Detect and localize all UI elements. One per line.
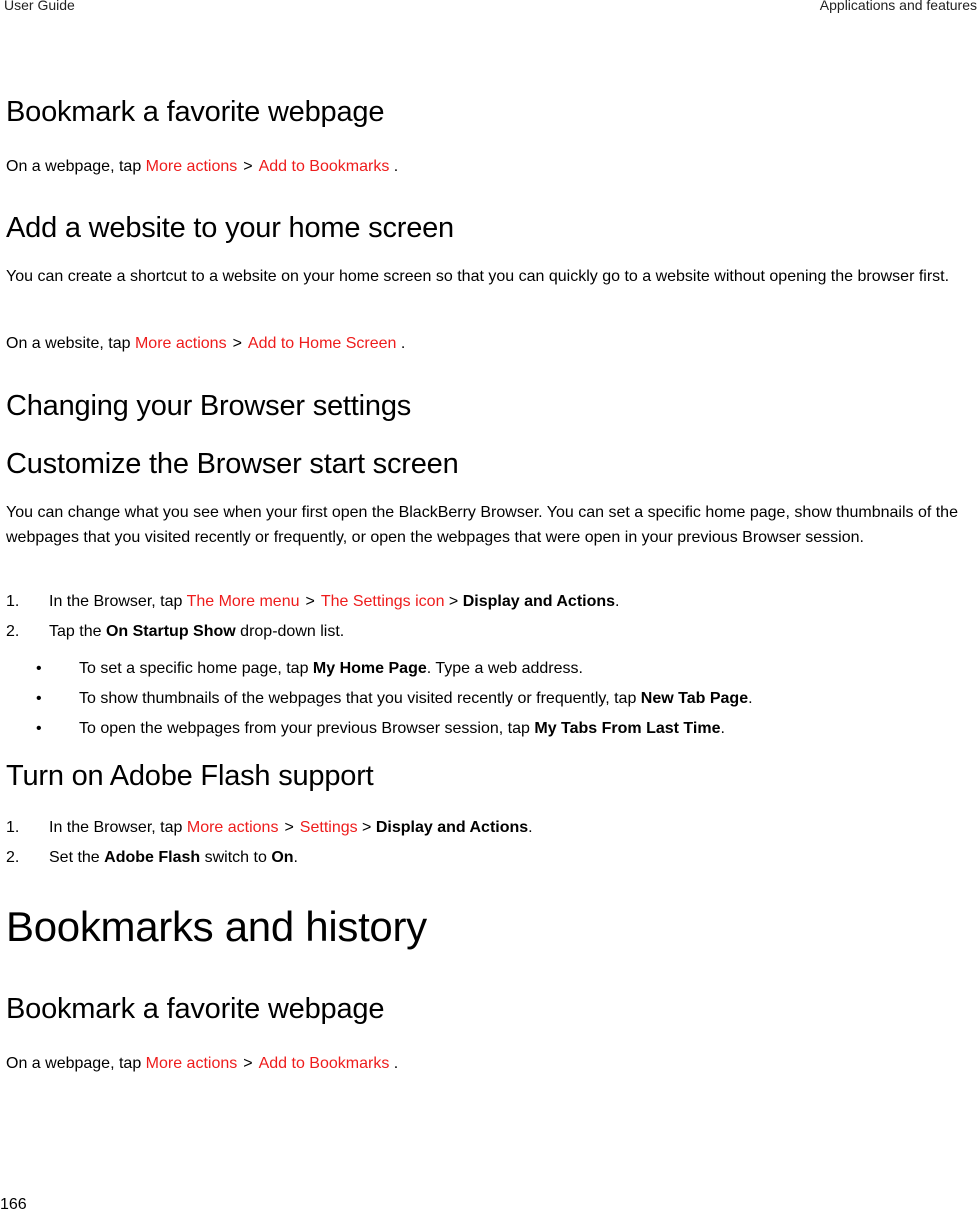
separator: > — [284, 819, 294, 836]
link-more-actions[interactable]: More actions — [135, 335, 227, 352]
text: On a website, tap — [6, 335, 135, 352]
heading-browser-settings: Changing your Browser settings — [6, 390, 412, 422]
text: Set the — [49, 849, 105, 866]
link-more-actions[interactable]: More actions — [187, 819, 279, 836]
separator: > — [243, 158, 253, 175]
bold-term: Adobe Flash — [104, 849, 201, 866]
step-1: In the Browser, tap The More menu > The Se… — [49, 593, 619, 611]
bullet-item: To open the webpages from your previous … — [79, 720, 725, 738]
text: . — [293, 849, 298, 866]
text: To open the webpages from your previous … — [79, 720, 535, 737]
heading-home-screen: Add a website to your home screen — [6, 212, 454, 244]
text: . — [389, 1055, 399, 1072]
paragraph-home-screen-instructions: On a website, tap More actions > Add to Ho… — [6, 331, 405, 356]
text: . — [720, 720, 725, 737]
text: . — [396, 335, 406, 352]
paragraph-start-screen-desc: You can change what you see when your fi… — [6, 504, 958, 546]
link-add-to-home-screen[interactable]: Add to Home Screen — [248, 335, 397, 352]
bullet-icon: • — [36, 720, 42, 737]
step-number: 1. — [6, 593, 20, 610]
text: On a webpage, tap — [6, 158, 146, 175]
separator: > — [243, 1055, 253, 1072]
bullet-icon: • — [36, 690, 42, 707]
text: drop-down list. — [235, 623, 345, 640]
link-the-settings-icon[interactable]: The Settings icon — [321, 593, 445, 610]
bullet-item: To show thumbnails of the webpages that … — [79, 690, 753, 708]
separator: > — [444, 593, 463, 610]
separator: > — [305, 593, 315, 610]
text: . — [748, 690, 753, 707]
running-header-left: User Guide — [4, 0, 75, 13]
heading-bookmarks-history: Bookmarks and history — [6, 903, 427, 950]
bold-term: My Tabs From Last Time — [534, 720, 721, 737]
step-1: In the Browser, tap More actions > Setting… — [49, 819, 533, 837]
bold-term: Display and Actions — [462, 593, 616, 610]
text: In the Browser, tap — [49, 593, 187, 610]
step-2: Set the Adobe Flash switch to On. — [49, 849, 298, 867]
step-number: 2. — [6, 849, 20, 866]
link-settings[interactable]: Settings — [300, 819, 358, 836]
step-number: 2. — [6, 623, 20, 640]
link-add-to-bookmarks[interactable]: Add to Bookmarks — [259, 158, 390, 175]
heading-bookmark: Bookmark a favorite webpage — [6, 96, 385, 128]
text: In the Browser, tap — [49, 819, 187, 836]
text: . Type a web address. — [426, 660, 583, 677]
text: On a webpage, tap — [6, 1055, 146, 1072]
link-more-actions[interactable]: More actions — [146, 1055, 238, 1072]
separator: > — [232, 335, 242, 352]
paragraph-bookmark-instructions: On a webpage, tap More actions > Add to Bo… — [6, 154, 398, 179]
bullet-item: To set a specific home page, tap My Home… — [79, 660, 583, 678]
bold-term: New Tab Page — [640, 690, 749, 707]
page-number: 166 — [0, 1196, 27, 1213]
bold-term: On — [271, 849, 294, 866]
bullet-icon: • — [36, 660, 42, 677]
link-add-to-bookmarks[interactable]: Add to Bookmarks — [259, 1055, 390, 1072]
text: To show thumbnails of the webpages that … — [79, 690, 641, 707]
heading-adobe-flash: Turn on Adobe Flash support — [6, 760, 374, 792]
bold-term: My Home Page — [312, 660, 427, 677]
link-more-actions[interactable]: More actions — [146, 158, 238, 175]
separator: > — [357, 819, 376, 836]
heading-bookmark-2: Bookmark a favorite webpage — [6, 993, 385, 1025]
bold-term: On Startup Show — [105, 623, 236, 640]
step-number: 1. — [6, 819, 20, 836]
link-the-more-menu[interactable]: The More menu — [187, 593, 300, 610]
step-2: Tap the On Startup Show drop-down list. — [49, 623, 344, 641]
text: To set a specific home page, tap — [79, 660, 313, 677]
text: switch to — [200, 849, 272, 866]
bold-term: Display and Actions — [375, 819, 529, 836]
heading-start-screen: Customize the Browser start screen — [6, 448, 459, 480]
text: . — [389, 158, 399, 175]
paragraph-home-screen-desc: You can create a shortcut to a website o… — [6, 268, 950, 285]
text: . — [615, 593, 620, 610]
text: . — [528, 819, 533, 836]
paragraph-bookmark-2-instructions: On a webpage, tap More actions > Add to Bo… — [6, 1051, 398, 1076]
text: Tap the — [49, 623, 106, 640]
running-header-right: Applications and features — [819, 0, 977, 13]
